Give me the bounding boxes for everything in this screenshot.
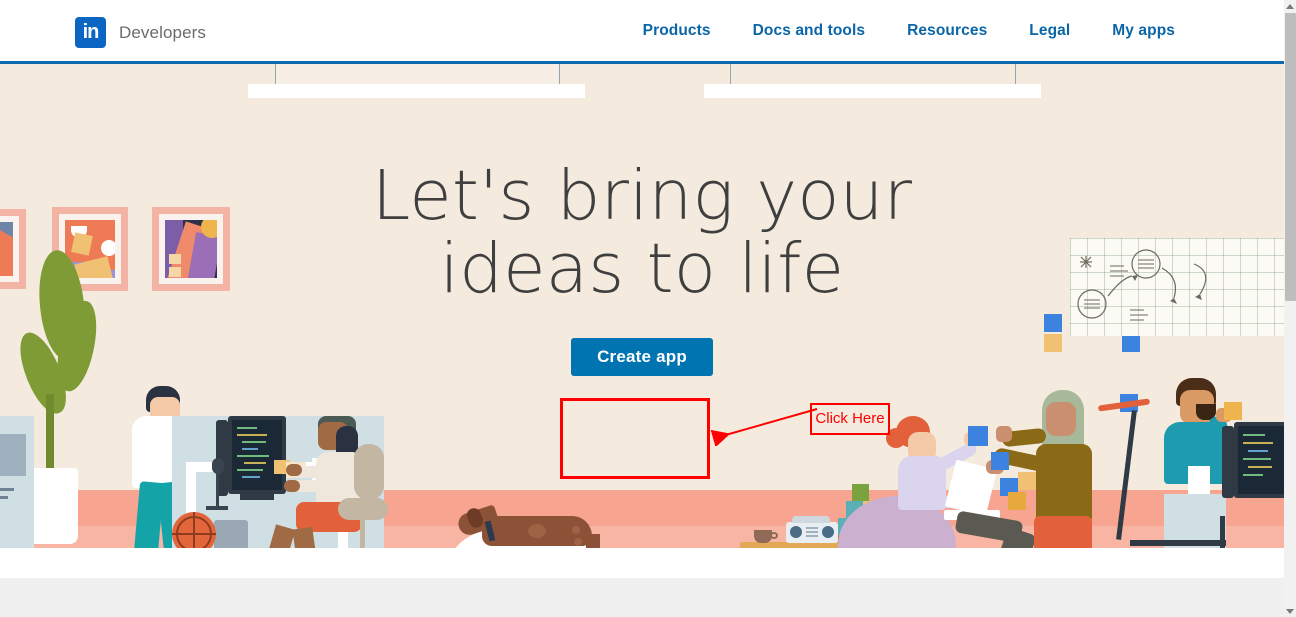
person-torso <box>1036 444 1092 522</box>
page-content: in Developers Products Docs and tools Re… <box>0 0 1284 617</box>
page-title: Let's bring your ideas to life <box>0 160 1284 306</box>
sticky-note <box>968 426 988 446</box>
hero-content: Let's bring your ideas to life Create ap… <box>0 64 1284 376</box>
brand-name-label: Developers <box>119 22 206 42</box>
sticky-note <box>1018 472 1036 490</box>
next-section-band <box>0 578 1284 617</box>
scrollbar-thumb[interactable] <box>1285 13 1296 301</box>
person-hand <box>996 426 1012 442</box>
monitor-stand <box>1222 426 1234 498</box>
cup-handle <box>770 532 778 539</box>
person-hand <box>284 480 300 492</box>
boombox-radio <box>786 522 838 543</box>
hero-section: Let's bring your ideas to life Create ap… <box>0 64 1284 548</box>
toy-block <box>852 484 869 501</box>
cta-container: Create app <box>0 338 1284 376</box>
headline-line-1: Let's bring your <box>371 156 913 236</box>
linkedin-logo-text: in <box>82 21 100 43</box>
chair-post <box>360 516 365 548</box>
content-spacer <box>0 548 1284 578</box>
dog-marking <box>574 538 582 546</box>
linkedin-logo-icon: in <box>75 17 106 48</box>
cubicle-monitor <box>0 434 26 476</box>
basketball <box>172 512 216 548</box>
nav-item-legal[interactable]: Legal <box>1008 22 1091 40</box>
scooter-rear-post <box>1220 516 1225 548</box>
monitor <box>228 416 286 494</box>
computer-tower <box>214 520 248 548</box>
sticky-note <box>1008 492 1026 510</box>
microphone-stand <box>216 472 219 508</box>
person-hand <box>286 464 302 476</box>
annotation-label: Click Here <box>810 403 890 435</box>
browser-viewport: in Developers Products Docs and tools Re… <box>0 0 1296 617</box>
scooter-deck <box>1130 540 1226 546</box>
dog-tail <box>586 534 600 548</box>
create-app-button[interactable]: Create app <box>571 338 713 376</box>
microphone-base <box>206 506 228 510</box>
sticky-note <box>991 452 1009 470</box>
sticky-note <box>1224 402 1242 420</box>
monitor <box>1234 422 1284 498</box>
nav-item-resources[interactable]: Resources <box>886 22 1008 40</box>
dog-marking <box>572 526 580 534</box>
scroll-up-arrow-icon[interactable] <box>1284 0 1296 12</box>
main-navigation: Products Docs and tools Resources Legal … <box>622 0 1196 61</box>
scroll-down-arrow-icon[interactable] <box>1284 605 1296 617</box>
person-head <box>1046 402 1076 436</box>
cubicle-detail <box>0 496 8 499</box>
nav-item-my-apps[interactable]: My apps <box>1091 22 1196 40</box>
nav-item-products[interactable]: Products <box>622 22 732 40</box>
nav-item-docs-and-tools[interactable]: Docs and tools <box>732 22 887 40</box>
dog-marking <box>528 524 546 538</box>
boombox-handle <box>792 516 830 523</box>
office-chair-back <box>354 444 384 500</box>
brand-logo-link[interactable]: in Developers <box>75 17 206 48</box>
monitor-base <box>240 494 274 500</box>
headline-line-2: ideas to life <box>439 229 845 309</box>
cubicle-detail <box>0 488 14 491</box>
annotation-arrow-icon <box>710 408 818 446</box>
vertical-scrollbar[interactable] <box>1284 0 1296 617</box>
person-trousers <box>1034 516 1092 548</box>
site-header: in Developers Products Docs and tools Re… <box>0 0 1284 64</box>
